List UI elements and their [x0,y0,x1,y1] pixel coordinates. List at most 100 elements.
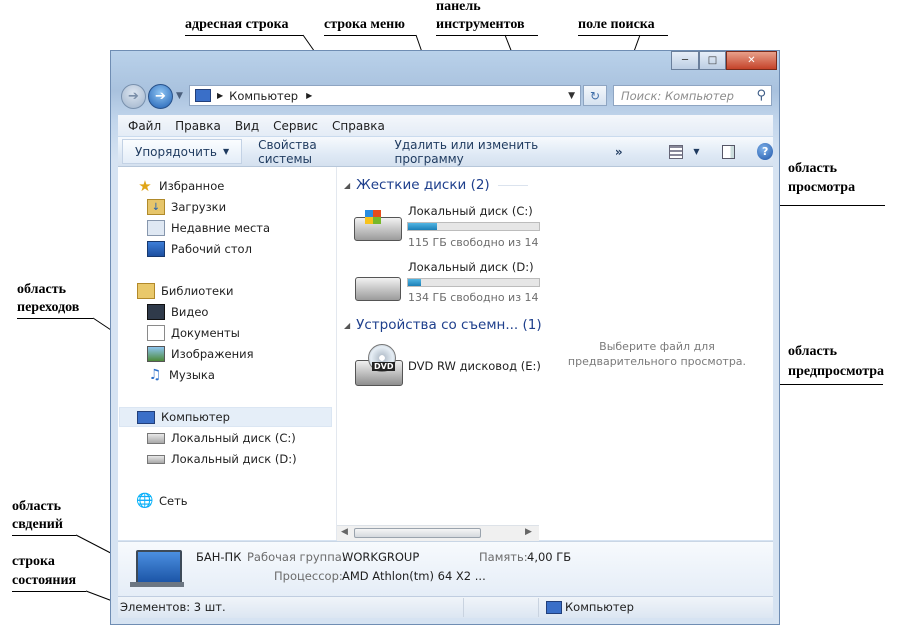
scroll-left-icon[interactable]: ◀ [341,527,348,537]
nav-images-label: Изображения [171,347,254,361]
change-view-icon[interactable] [668,144,684,159]
windows-drive-icon [354,210,402,241]
computer-icon [195,89,211,102]
recent-places-icon [147,220,165,236]
view-options-dropdown-icon[interactable]: ▼ [693,147,699,156]
computer-icon [546,601,562,614]
collapse-chevron-icon[interactable]: ◢ [344,181,350,190]
address-location[interactable]: Компьютер [229,89,298,103]
address-bar[interactable]: ▶ Компьютер ▶ ▼ [189,85,581,106]
memory-value: 4,00 ГБ [527,550,572,564]
nav-desktop[interactable]: Рабочий стол [147,239,252,259]
nav-network[interactable]: 🌐 Сеть [136,491,188,511]
nav-favorites[interactable]: ★ Избранное [137,176,224,196]
more-commands-button[interactable]: » [615,145,623,159]
drive-c-free: 115 ГБ свободно из 148 ГБ [408,236,538,249]
nav-libraries-label: Библиотеки [161,284,234,298]
memory-label: Память: [479,550,528,564]
maximize-button[interactable]: □ [699,51,726,70]
minimize-button[interactable]: ─ [671,51,699,70]
annotation-preview-1: область [788,344,837,359]
libraries-icon [137,283,155,299]
toolbar: Упорядочить ▼ Свойства системы Удалить и… [118,137,773,167]
arrow-left-icon: ➔ [128,89,139,104]
group-hard-disks-label: Жесткие диски (2) [356,177,490,193]
dvd-drive-name: DVD RW дисковод (E:) [408,359,541,373]
annotation-underline [324,35,416,36]
group-removable[interactable]: ◢ Устройства со съемн... (1) [344,317,542,333]
computer-large-icon [136,550,182,584]
search-icon[interactable]: ⚲ [756,88,766,103]
nav-music[interactable]: ♫ Музыка [147,365,215,385]
system-drive-icon [147,432,165,444]
menu-view[interactable]: Вид [235,119,259,133]
drive-d-usage-bar [407,278,540,287]
scroll-right-icon[interactable]: ▶ [525,527,532,537]
horizontal-scrollbar[interactable]: ◀ ▶ [337,525,539,541]
annotation-underline [17,318,93,319]
cpu-label: Процессор: [274,569,343,583]
search-input[interactable]: Поиск: Компьютер ⚲ [613,85,772,106]
nav-downloads-label: Загрузки [171,200,227,214]
drive-c-name: Локальный диск (C:) [408,204,533,218]
menu-file[interactable]: Файл [128,119,161,133]
navigation-pane: ★ Избранное ↓ Загрузки Недавние места Ра… [118,167,335,540]
menu-edit[interactable]: Правка [175,119,221,133]
breadcrumb-separator-icon[interactable]: ▶ [306,91,312,100]
scroll-thumb[interactable] [354,528,481,538]
help-icon[interactable]: ? [757,143,773,160]
close-button[interactable]: ✕ [726,51,777,70]
nav-images[interactable]: Изображения [147,344,254,364]
arrow-right-icon: ➔ [155,89,166,104]
desktop-icon [147,241,165,257]
chevron-down-icon: ▼ [222,147,230,156]
nav-libraries[interactable]: Библиотеки [137,281,234,301]
forward-button[interactable]: ➔ [148,84,173,109]
annotation-underline [12,535,76,536]
back-button[interactable]: ➔ [121,84,146,109]
nav-computer-label: Компьютер [161,410,230,424]
annotation-nav-2: переходов [17,300,80,315]
music-library-icon: ♫ [148,367,162,383]
menu-tools[interactable]: Сервис [273,119,318,133]
group-divider [497,184,528,186]
address-dropdown-icon[interactable]: ▼ [568,91,575,101]
system-properties-button[interactable]: Свойства системы [258,138,364,166]
nav-documents[interactable]: Документы [147,323,240,343]
nav-computer[interactable]: Компьютер [119,407,332,427]
refresh-button[interactable]: ↻ [583,85,607,106]
uninstall-program-button[interactable]: Удалить или изменить программу [395,138,593,166]
nav-favorites-label: Избранное [159,179,225,193]
annotation-underline [185,35,303,36]
nav-video-label: Видео [171,305,209,319]
nav-disk-d[interactable]: Локальный диск (D:) [147,449,297,469]
windows-logo-icon [365,210,381,224]
workgroup-label: Рабочая группа: [247,550,346,564]
menu-help[interactable]: Справка [332,119,385,133]
drive-icon [355,277,401,301]
downloads-folder-icon: ↓ [147,199,165,215]
preview-pane-icon[interactable] [721,144,736,159]
nav-disk-c[interactable]: Локальный диск (C:) [147,428,296,448]
group-hard-disks[interactable]: ◢ Жесткие диски (2) [344,177,528,193]
images-library-icon [147,346,165,362]
nav-network-label: Сеть [159,494,188,508]
drive-d-free: 134 ГБ свободно из 149 ГБ [408,291,538,304]
nav-disk-d-label: Локальный диск (D:) [171,452,297,466]
nav-recent-places[interactable]: Недавние места [147,218,270,238]
collapse-chevron-icon[interactable]: ◢ [344,321,350,330]
organize-button[interactable]: Упорядочить ▼ [122,139,243,164]
annotation-view-2: просмотра [788,180,856,195]
nav-video[interactable]: Видео [147,302,208,322]
preview-pane: Выберите файл для предварительного просм… [541,167,772,540]
annotation-details-2: свдений [12,517,63,532]
status-bar: Элементов: 3 шт. Компьютер [118,596,773,618]
computer-icon [137,410,155,424]
annotation-address-bar: адресная строка [185,17,289,32]
nav-downloads[interactable]: ↓ Загрузки [147,197,226,217]
annotation-toolbar-2: инструментов [436,17,525,32]
annotation-toolbar-1: панель [436,0,481,14]
recent-pages-dropdown-icon[interactable]: ▼ [176,91,183,101]
group-removable-label: Устройства со съемн... (1) [356,317,542,333]
annotation-status-1: строка [12,554,55,569]
